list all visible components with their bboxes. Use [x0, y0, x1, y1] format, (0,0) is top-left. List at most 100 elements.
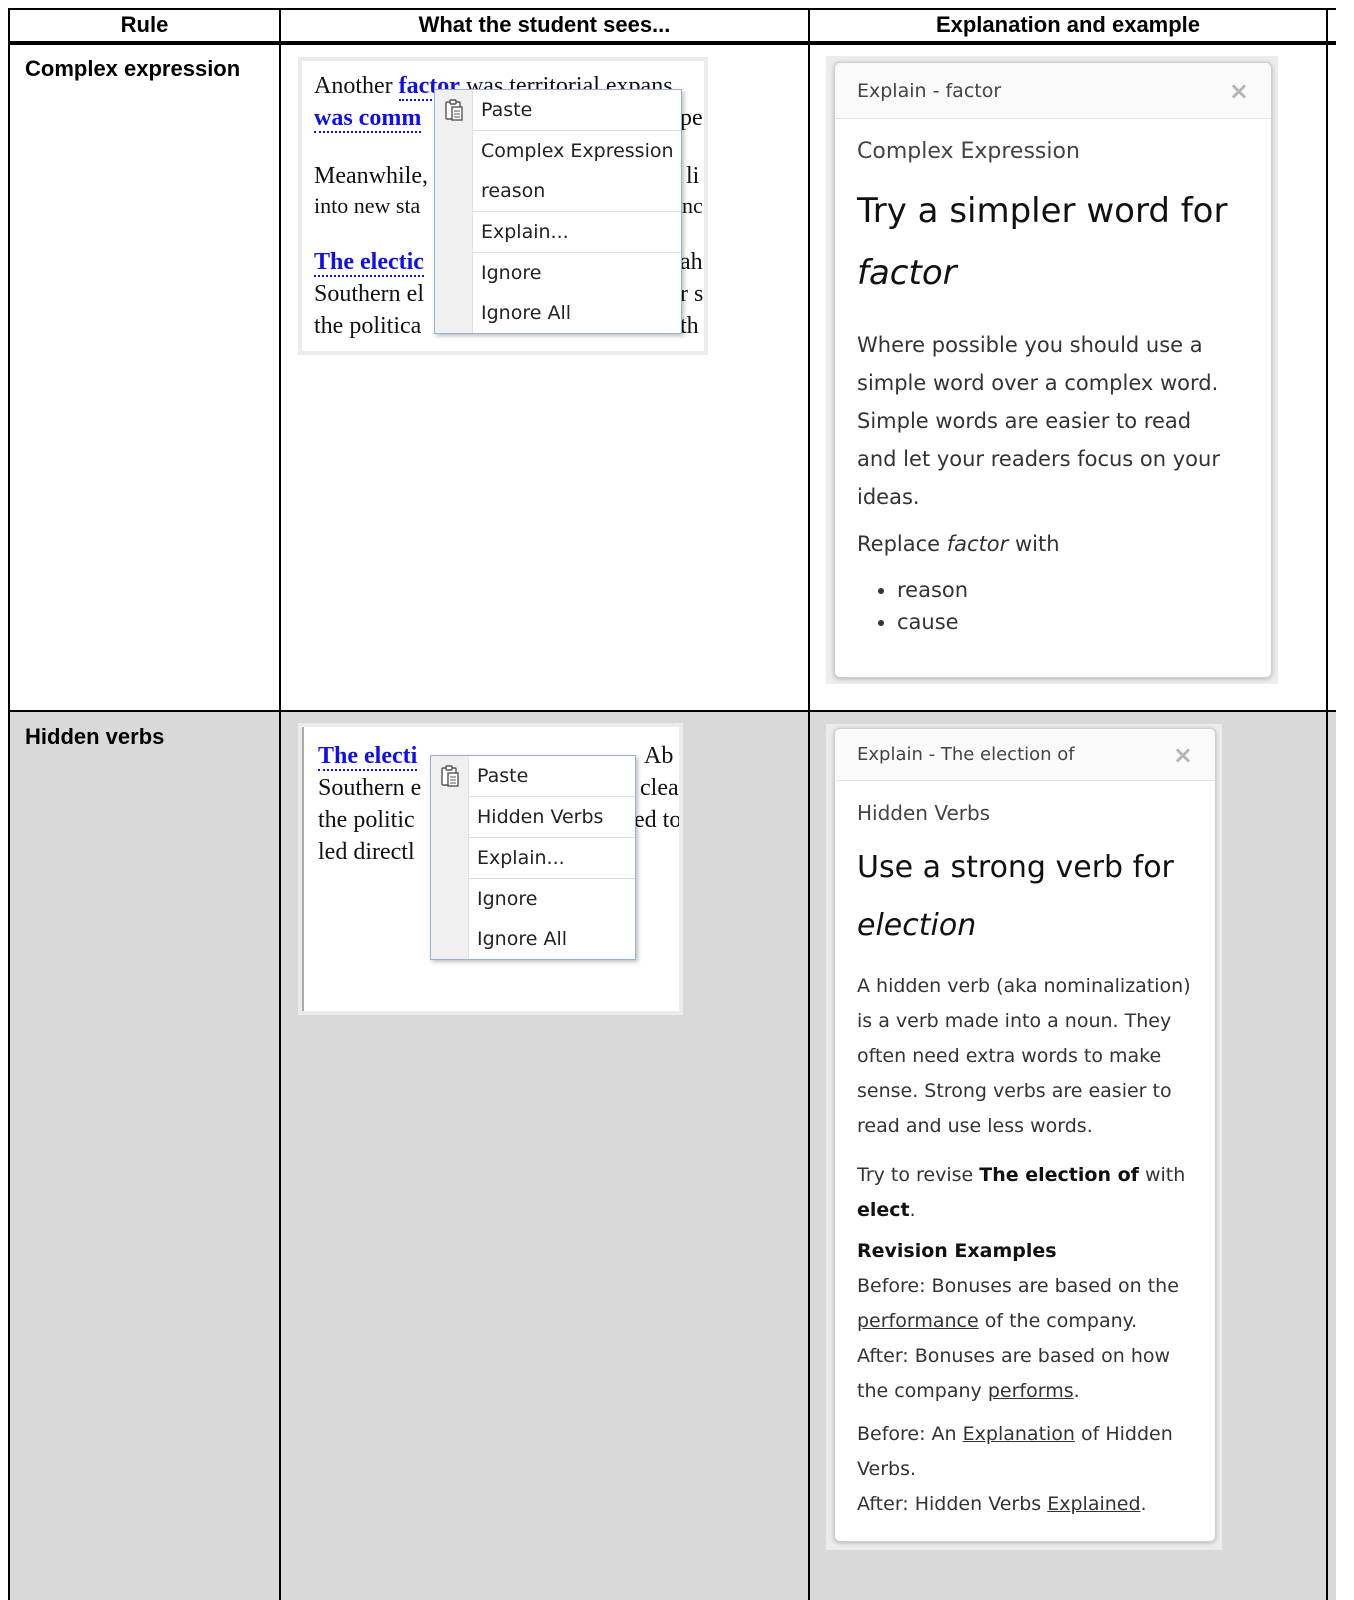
suggestion-cause[interactable]: cause [897, 606, 1249, 638]
menu-item-label: Explain... [477, 847, 565, 869]
border-left [8, 8, 10, 1600]
menu-item-suggestion-reason[interactable]: reason [435, 171, 681, 211]
menu-item-ignore[interactable]: Ignore [435, 253, 681, 293]
border-top [8, 8, 1336, 10]
example-text: . [1073, 1380, 1080, 1402]
doc-line-4: into new sta [314, 193, 421, 218]
menu-item-ignore-all[interactable]: Ignore All [435, 293, 681, 333]
doc-line-3: the politic [318, 807, 415, 833]
explain-category: Hidden Verbs [857, 801, 991, 825]
revise-prefix: Try to revise [857, 1164, 974, 1186]
explain-heading: Try a simpler word for factor [857, 180, 1249, 304]
menu-item-complex-expression[interactable]: Complex Expression [435, 131, 681, 171]
revise-mid: with [1144, 1164, 1186, 1186]
example-hidden-verb: performance [857, 1310, 979, 1332]
menu-item-label: Paste [481, 99, 533, 121]
replace-term: factor [946, 532, 1009, 556]
menu-item-paste[interactable]: Paste [435, 90, 681, 130]
flagged-phrase[interactable]: was comm [314, 105, 422, 133]
example-text: After: Hidden Verbs [857, 1493, 1042, 1515]
clipboard-icon [441, 765, 459, 787]
doc-line-2-tail: clea [640, 775, 679, 801]
header-explanation: Explanation and example [935, 12, 1201, 37]
menu-item-hidden-verbs[interactable]: Hidden Verbs [431, 797, 635, 837]
menu-item-label: Ignore All [481, 302, 572, 324]
flagged-phrase-election[interactable]: The electic [314, 249, 424, 277]
explain-screenshot-1: Explain - factor × Complex Expression Tr… [826, 56, 1278, 684]
menu-item-ignore[interactable]: Ignore [431, 879, 635, 919]
border-header-bottom [8, 41, 1336, 45]
revise-phrase: The election of [979, 1164, 1139, 1186]
replace-suffix: with [1014, 532, 1060, 556]
example-text: Before: Bonuses are based on the [857, 1275, 1179, 1297]
explain-heading: Use a strong verb for election [857, 839, 1193, 955]
menu-item-label: Hidden Verbs [477, 806, 604, 828]
close-icon[interactable]: × [1229, 63, 1249, 119]
clipboard-icon [445, 99, 463, 121]
example-strong-verb: Explained [1047, 1493, 1141, 1515]
doc-line-7: the politica [314, 313, 422, 339]
doc-line-4: led directl [318, 839, 415, 865]
doc-line-7-tail: th [680, 313, 699, 339]
border-right [1326, 8, 1328, 1600]
desc-line: often need extra words to make [857, 1045, 1162, 1067]
document-area: The electi Ab Southern e clea the politi… [302, 727, 679, 1011]
menu-item-label: Explain... [481, 221, 569, 243]
menu-item-explain[interactable]: Explain... [431, 838, 635, 878]
border-col1 [279, 8, 281, 1600]
doc-line-5: The electic [314, 247, 424, 277]
heading-term: factor [857, 253, 957, 293]
close-icon[interactable]: × [1173, 729, 1193, 781]
example1-before: Before: Bonuses are based on the perform… [857, 1269, 1193, 1339]
explain-panel: Explain - The election of × Hidden Verbs… [834, 728, 1216, 1542]
suggestion-list: reason cause [857, 574, 1249, 638]
doc-line-3-tail: ed to [634, 807, 679, 833]
flagged-phrase-election[interactable]: The electi [318, 743, 418, 771]
doc-line-1-tail: Ab [644, 743, 674, 769]
revise-instruction: Try to revise The election of with elect… [857, 1158, 1193, 1228]
rule-hidden-verbs: Hidden verbs [25, 724, 165, 749]
desc-line: Simple words are easier to read [857, 409, 1192, 433]
example-text: . [1140, 1493, 1147, 1515]
doc-line-2: was comm [314, 103, 422, 133]
replace-prefix: Replace [857, 532, 941, 556]
example-text: After: Bonuses are based on how [857, 1345, 1171, 1367]
menu-item-label: Ignore All [477, 928, 568, 950]
menu-item-ignore-all[interactable]: Ignore All [431, 919, 635, 959]
revision-examples: Revision Examples Before: Bonuses are ba… [857, 1234, 1193, 1522]
revise-target: elect [857, 1199, 910, 1221]
heading-text: Try a simpler word for [857, 191, 1228, 231]
menu-item-explain[interactable]: Explain... [435, 212, 681, 252]
menu-item-label: Ignore [481, 262, 542, 284]
example2-before: Before: An Explanation of Hidden Verbs. [857, 1417, 1193, 1487]
menu-item-label: Ignore [477, 888, 538, 910]
revision-examples-title: Revision Examples [857, 1234, 1193, 1269]
desc-line: Where possible you should use a [857, 333, 1203, 357]
doc-line-6: Southern el [314, 281, 424, 307]
desc-line: A hidden verb (aka nominalization) [857, 975, 1191, 997]
context-menu: Paste Hidden Verbs Explain... Ignore Ign… [430, 755, 636, 960]
document-area: Another factor was territorial expans wa… [302, 61, 704, 351]
header-rule: Rule [120, 12, 169, 37]
border-col2 [808, 8, 810, 1600]
explain-panel-header: Explain - The election of × [835, 729, 1215, 781]
doc-text: Another [314, 73, 393, 99]
explain-description: Where possible you should use a simple w… [857, 326, 1249, 516]
menu-item-paste[interactable]: Paste [431, 756, 635, 796]
examples-title-text: Revision Examples [857, 1240, 1057, 1262]
example-text: of the company. [984, 1310, 1138, 1332]
example-text: Verbs. [857, 1458, 917, 1480]
explain-title: Explain - The election of [857, 744, 1075, 765]
doc-line-5-tail: ah [680, 249, 703, 275]
heading-term: election [857, 908, 977, 943]
header-student-sees: What the student sees... [418, 12, 671, 37]
explain-title: Explain - factor [857, 80, 1002, 102]
desc-line: read and use less words. [857, 1115, 1093, 1137]
explain-panel-body: Complex Expression Try a simpler word fo… [835, 139, 1271, 638]
suggestion-reason[interactable]: reason [897, 574, 1249, 606]
menu-item-label: Complex Expression [481, 140, 674, 162]
revise-end: . [909, 1199, 916, 1221]
example-strong-verb: performs [987, 1380, 1074, 1402]
doc-line-1: The electi [318, 741, 418, 771]
menu-item-label: Paste [477, 765, 529, 787]
